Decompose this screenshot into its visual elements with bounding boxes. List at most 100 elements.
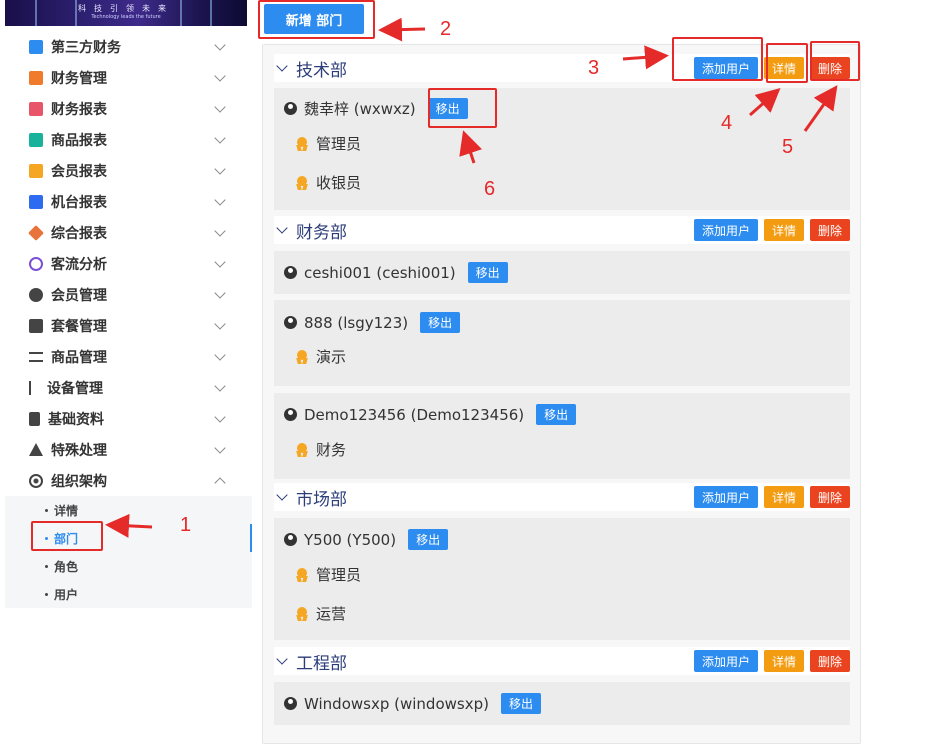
chevron-down-icon[interactable] — [276, 222, 288, 234]
sidebar-item-special-handling[interactable]: 特殊处理 — [5, 434, 252, 465]
chevron-down-icon — [214, 380, 226, 392]
machine-report-icon — [29, 194, 43, 209]
submenu-item-user[interactable]: 用户 — [5, 580, 252, 608]
chevron-down-icon — [214, 442, 226, 454]
sidebar-item-package-management[interactable]: 套餐管理 — [5, 310, 252, 341]
add-user-button[interactable]: 添加用户 — [693, 650, 758, 672]
sidebar-item-summary-report[interactable]: 综合报表 — [5, 217, 252, 248]
department-actions: 添加用户 详情 删除 — [693, 486, 850, 508]
chevron-down-icon — [214, 287, 226, 299]
chevron-down-icon[interactable] — [276, 489, 288, 501]
chevron-down-icon — [214, 225, 226, 237]
badge-icon — [296, 136, 308, 151]
radio-dot-icon — [29, 473, 43, 488]
detail-button[interactable]: 详情 — [763, 486, 804, 508]
submenu-label: 用户 — [54, 587, 79, 602]
sidebar-item-label: 客流分析 — [51, 256, 107, 273]
sidebar-item-finance-report[interactable]: 财务报表 — [5, 93, 252, 124]
sidebar-item-finance-management[interactable]: 财务管理 — [5, 62, 252, 93]
role-name: 演示 — [316, 348, 347, 366]
bullet-icon — [45, 564, 48, 568]
annotation-box-5 — [810, 41, 860, 81]
user-row: Windowsxp (windowsxp) 移出 — [284, 693, 541, 714]
badge-icon — [296, 606, 308, 621]
badge-icon — [296, 442, 308, 457]
user-icon — [284, 102, 297, 115]
user-card: Windowsxp (windowsxp) 移出 — [274, 682, 850, 725]
sidebar-item-device-management[interactable]: 设备管理 — [5, 372, 252, 403]
chevron-down-icon — [214, 39, 226, 51]
remove-user-button[interactable]: 移出 — [408, 529, 449, 550]
detail-button[interactable]: 详情 — [763, 219, 804, 241]
chevron-down-icon — [214, 256, 226, 268]
sidebar-item-goods-report[interactable]: 商品报表 — [5, 124, 252, 155]
sidebar-item-traffic-analysis[interactable]: 客流分析 — [5, 248, 252, 279]
add-user-button[interactable]: 添加用户 — [693, 219, 758, 241]
department-actions: 添加用户 详情 删除 — [693, 650, 850, 672]
user-row: Y500 (Y500) 移出 — [284, 529, 449, 550]
annotation-number-1: 1 — [180, 514, 192, 536]
remove-user-button[interactable]: 移出 — [467, 262, 508, 283]
submenu-item-detail[interactable]: 详情 — [5, 496, 252, 524]
badge-icon — [296, 567, 308, 582]
sidebar-item-organization[interactable]: 组织架构 — [5, 465, 252, 496]
user-row: Demo123456 (Demo123456) 移出 — [284, 404, 577, 425]
bullet-icon — [45, 592, 48, 596]
sidebar-item-label: 综合报表 — [51, 225, 107, 242]
chevron-down-icon — [214, 318, 226, 330]
sidebar-item-goods-management[interactable]: 商品管理 — [5, 341, 252, 372]
sidebar-item-label: 机台报表 — [51, 194, 107, 211]
delete-button[interactable]: 删除 — [809, 650, 850, 672]
member-report-icon — [29, 163, 43, 178]
department-name: 市场部 — [296, 489, 347, 510]
department-header[interactable]: 财务部 添加用户 详情 删除 — [274, 216, 850, 244]
annotation-box-4 — [766, 43, 808, 83]
report-icon — [29, 101, 43, 116]
role-name: 财务 — [316, 441, 347, 459]
sidebar-item-label: 套餐管理 — [51, 318, 107, 335]
user-name: Demo123456 (Demo123456) — [304, 405, 525, 424]
chevron-down-icon[interactable] — [276, 60, 288, 72]
banner-logo: 科技引领未来 Technology leads the future — [5, 0, 247, 26]
chevron-down-icon — [214, 70, 226, 82]
add-user-button[interactable]: 添加用户 — [693, 486, 758, 508]
submenu-item-role[interactable]: 角色 — [5, 552, 252, 580]
department-header[interactable]: 技术部 添加用户 详情 删除 — [274, 54, 850, 82]
department-header[interactable]: 工程部 添加用户 详情 删除 — [274, 647, 850, 675]
user-name: Windowsxp (windowsxp) — [304, 694, 489, 713]
submenu-label: 角色 — [54, 559, 79, 574]
chevron-down-icon — [214, 163, 226, 175]
edit-icon — [29, 318, 43, 333]
remove-user-button[interactable]: 移出 — [500, 693, 541, 714]
remove-user-button[interactable]: 移出 — [420, 312, 461, 333]
annotation-number-6: 6 — [484, 178, 496, 200]
sidebar-item-label: 组织架构 — [51, 473, 107, 490]
sidebar-item-member-management[interactable]: 会员管理 — [5, 279, 252, 310]
role-row: 管理员 — [296, 564, 361, 585]
sidebar-item-label: 商品报表 — [51, 132, 107, 149]
department-header[interactable]: 市场部 添加用户 详情 删除 — [274, 483, 850, 511]
delete-button[interactable]: 删除 — [809, 219, 850, 241]
department-actions: 添加用户 详情 删除 — [693, 219, 850, 241]
banner-slogan-en: Technology leads the future — [91, 14, 161, 20]
user-card: ceshi001 (ceshi001) 移出 — [274, 251, 850, 294]
user-icon — [284, 266, 297, 279]
target-icon — [29, 256, 43, 271]
chevron-down-icon — [214, 411, 226, 423]
remove-user-button[interactable]: 移出 — [536, 404, 577, 425]
user-row: ceshi001 (ceshi001) 移出 — [284, 262, 508, 283]
badge-icon — [296, 175, 308, 190]
department-name: 技术部 — [296, 60, 347, 81]
chevron-down-icon[interactable] — [276, 653, 288, 665]
sidebar-item-basic-data[interactable]: 基础资料 — [5, 403, 252, 434]
annotation-box-6 — [428, 88, 497, 128]
sidebar-item-label: 财务管理 — [51, 70, 107, 87]
user-icon — [284, 697, 297, 710]
detail-button[interactable]: 详情 — [763, 650, 804, 672]
sidebar-item-member-report[interactable]: 会员报表 — [5, 155, 252, 186]
calculator-icon — [29, 39, 43, 54]
sidebar-item-third-party-finance[interactable]: 第三方财务 — [5, 31, 252, 62]
delete-button[interactable]: 删除 — [809, 486, 850, 508]
user-name: 888 (lsgy123) — [304, 313, 409, 332]
sidebar-item-machine-report[interactable]: 机台报表 — [5, 186, 252, 217]
